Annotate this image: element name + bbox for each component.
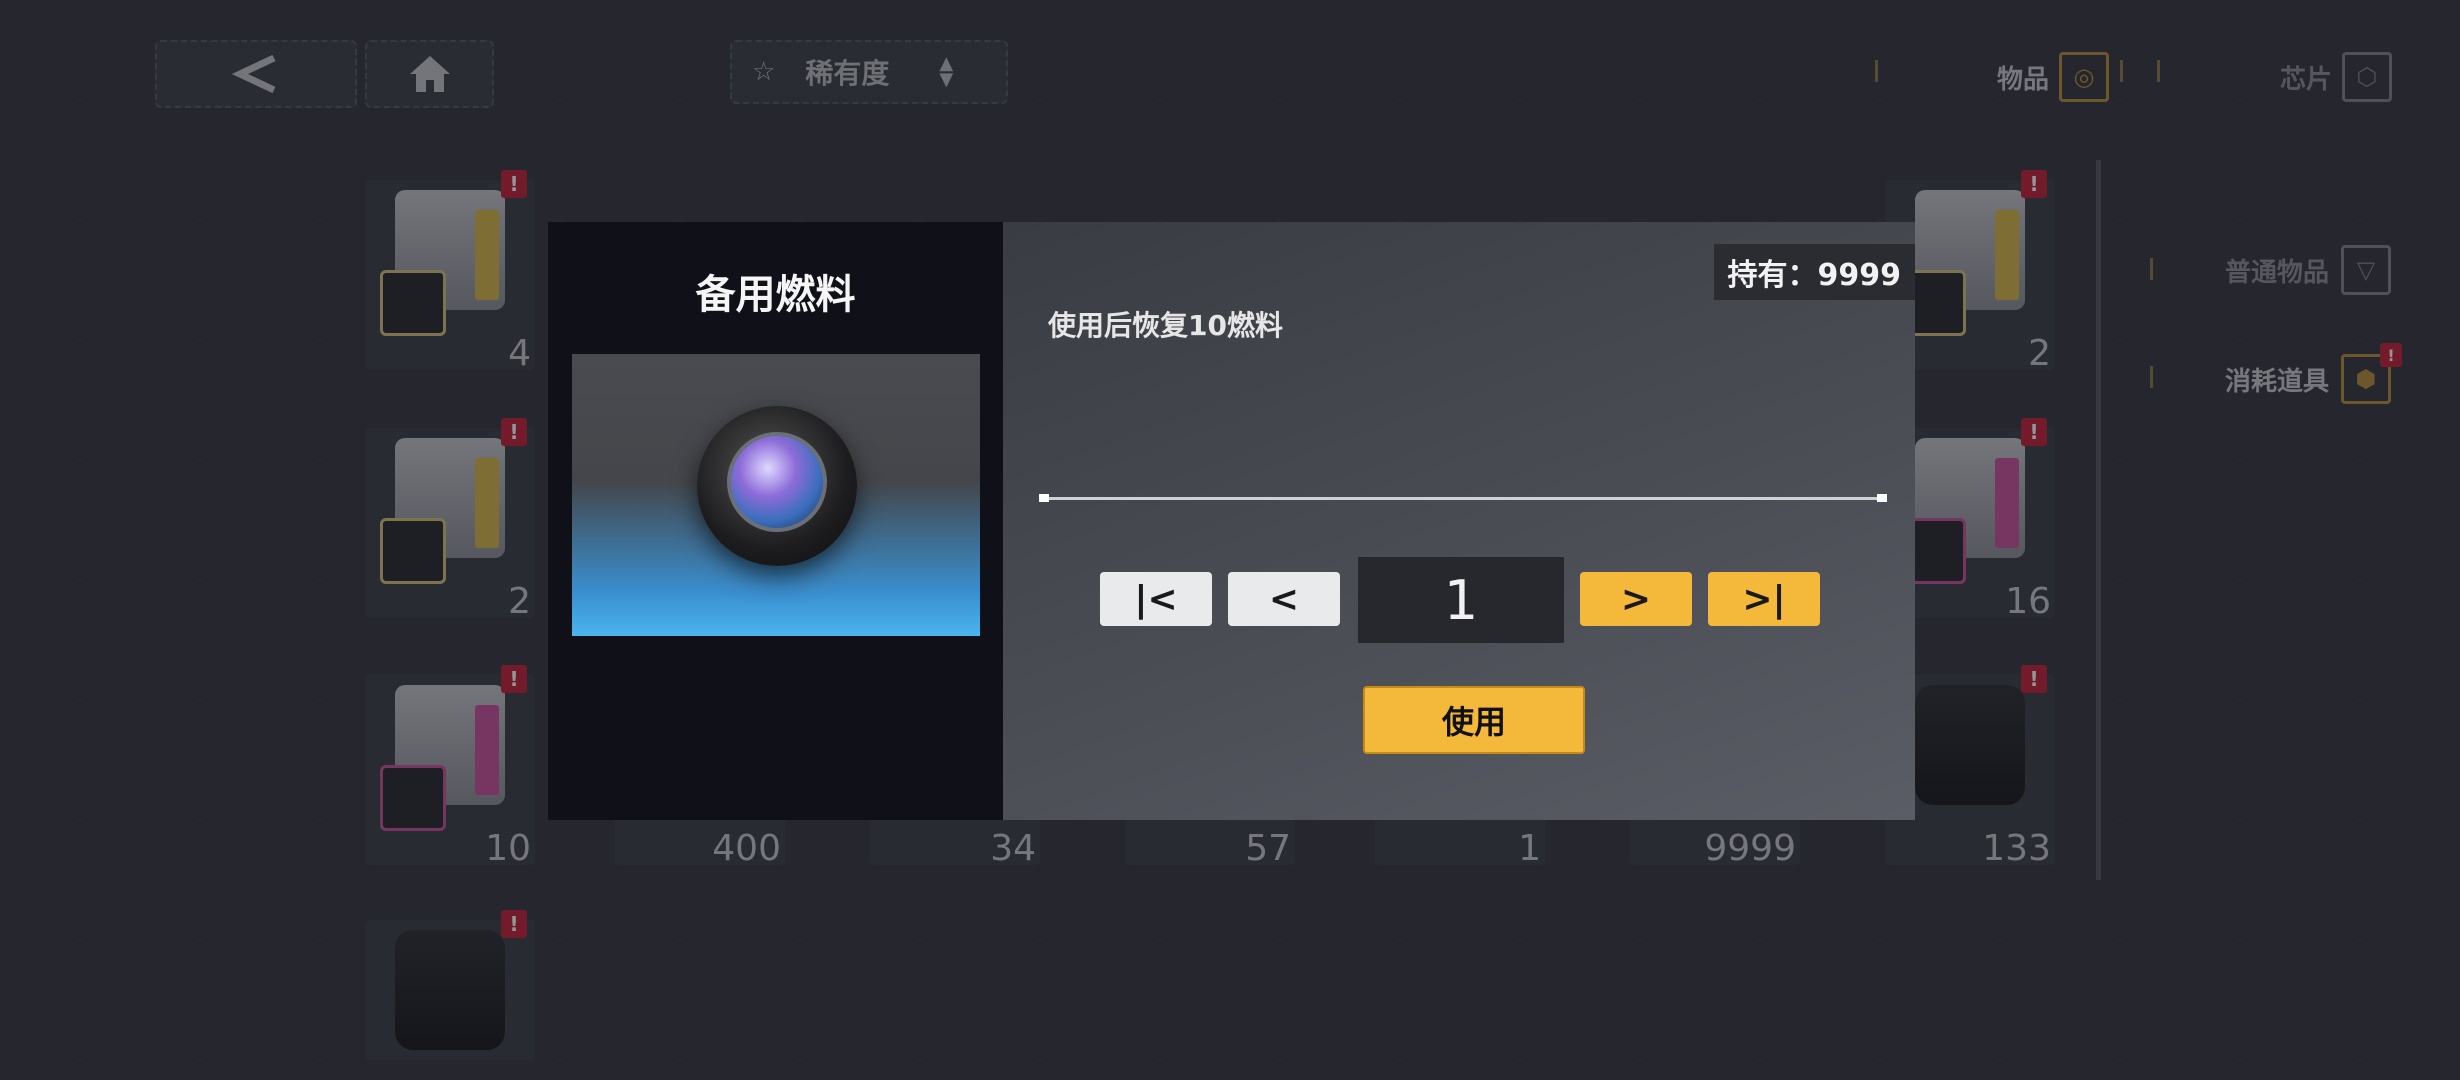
quantity-slider[interactable] [1039, 494, 1887, 502]
last-icon: >| [1742, 578, 1786, 620]
last-button[interactable]: >| [1708, 572, 1820, 626]
use-item-panel: 持有：9999 使用后恢复10燃料 |< < 1 > >| 使用 [1003, 222, 1915, 820]
slider-end [1877, 494, 1887, 502]
next-button[interactable]: > [1580, 572, 1692, 626]
use-button[interactable]: 使用 [1363, 686, 1585, 754]
prev-button[interactable]: < [1228, 572, 1340, 626]
quantity-field[interactable]: 1 [1358, 557, 1564, 643]
use-button-label: 使用 [1441, 703, 1506, 741]
next-icon: > [1620, 578, 1652, 620]
item-image [572, 354, 980, 636]
owned-count: 持有：9999 [1713, 244, 1915, 300]
fuel-lens-icon [697, 406, 857, 566]
lens-glass [727, 432, 827, 532]
item-title: 备用燃料 [695, 272, 856, 318]
quantity-value: 1 [1443, 568, 1479, 632]
first-button[interactable]: |< [1100, 572, 1212, 626]
slider-handle[interactable] [1039, 494, 1049, 502]
prev-icon: < [1268, 578, 1300, 620]
item-description: 使用后恢复10燃料 [1048, 309, 1283, 342]
item-preview-panel: 备用燃料 [548, 222, 1003, 820]
first-icon: |< [1134, 578, 1178, 620]
